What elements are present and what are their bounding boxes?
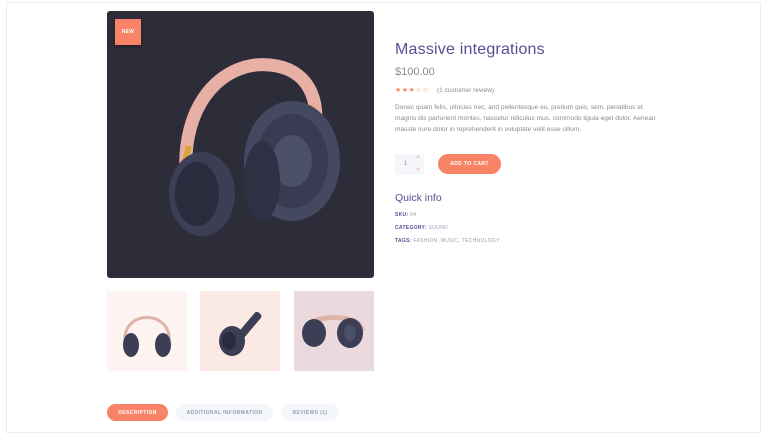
quantity-stepper[interactable]: 1 ⌃ ⌄ — [395, 154, 424, 175]
product-price: $100.00 — [395, 66, 435, 78]
product-title: Massive integrations — [395, 41, 545, 58]
chevron-down-icon[interactable]: ⌄ — [415, 164, 421, 172]
tags-value[interactable]: FASHION, MUSIC, TECHNOLOGY — [413, 238, 499, 244]
thumbnail-2[interactable] — [200, 291, 280, 371]
product-main-image[interactable] — [107, 11, 374, 278]
sku-row: SKU: 04 — [395, 212, 416, 218]
thumbnail-3[interactable] — [294, 291, 374, 371]
headphones-icon — [123, 316, 171, 357]
category-label: CATEGORY: — [395, 225, 427, 231]
sku-value: 04 — [410, 212, 417, 218]
headphones-icon — [302, 315, 365, 348]
quick-info-title: Quick info — [395, 192, 442, 204]
thumbnail-1[interactable] — [107, 291, 187, 371]
add-to-cart-button[interactable]: ADD TO CART — [438, 154, 501, 174]
new-badge: NEW — [115, 19, 141, 45]
sku-label: SKU: — [395, 212, 409, 218]
tab-reviews[interactable]: REVIEWS (1) — [281, 404, 339, 421]
tab-description[interactable]: DESCRIPTION — [107, 404, 168, 421]
category-value[interactable]: SOUND — [428, 225, 448, 231]
product-description: Donec quam felis, ultricies nec, and pel… — [395, 104, 656, 134]
headphones-icon — [219, 311, 262, 356]
rating-stars: ★★★☆☆ — [395, 87, 429, 94]
chevron-up-icon[interactable]: ⌃ — [415, 155, 421, 163]
reviews-link[interactable]: (1 customer review) — [437, 87, 494, 94]
tags-row: TAGS: FASHION, MUSIC, TECHNOLOGY — [395, 238, 500, 244]
category-row: CATEGORY: SOUND — [395, 225, 448, 231]
tab-additional-information[interactable]: ADDITIONAL INFORMATION — [176, 404, 273, 421]
headphones-icon — [169, 58, 340, 236]
tags-label: TAGS: — [395, 238, 412, 244]
quantity-value[interactable]: 1 — [404, 161, 407, 167]
